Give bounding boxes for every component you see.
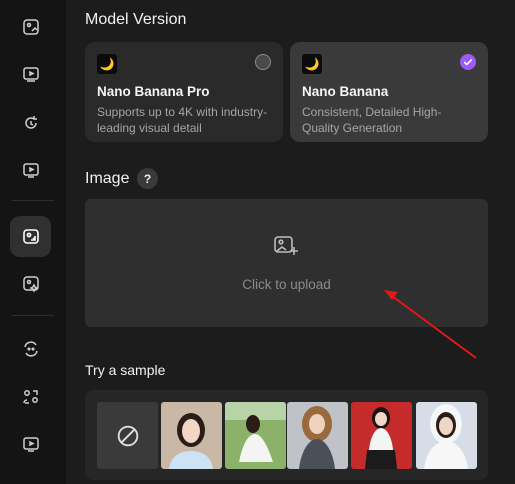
sidebar-divider	[12, 200, 54, 201]
image-upload-area[interactable]: Click to upload	[85, 199, 488, 327]
people-swap-icon	[22, 389, 38, 404]
upload-label: Click to upload	[242, 277, 331, 292]
sidebar-item-image-edit[interactable]	[10, 6, 51, 47]
check-selected-icon[interactable]	[460, 54, 476, 70]
model-description-line: Supports up to 4K with industry-	[97, 105, 268, 119]
model-name: Nano Banana Pro	[97, 84, 210, 99]
sample-thumbnail[interactable]	[287, 402, 348, 469]
sample-strip	[85, 390, 488, 480]
sample-thumbnail[interactable]	[161, 402, 222, 469]
model-name: Nano Banana	[302, 84, 389, 99]
sample-thumbnail[interactable]	[416, 402, 477, 469]
sidebar	[0, 0, 66, 484]
sidebar-item-face-swap[interactable]	[10, 328, 51, 369]
model-option-nano-banana-pro[interactable]: 🌙 Nano Banana Pro Supports up to 4K with…	[85, 42, 283, 142]
try-sample-title: Try a sample	[85, 362, 166, 378]
model-description-line: Quality Generation	[302, 121, 403, 135]
image-sparkle-icon	[22, 275, 39, 293]
sidebar-item-video[interactable]	[10, 53, 51, 94]
image-edit-icon	[22, 18, 39, 35]
video-clip-icon	[22, 436, 39, 452]
face-swap-icon	[23, 340, 38, 357]
sidebar-item-people-swap[interactable]	[10, 376, 51, 417]
sidebar-item-video-clip[interactable]	[10, 423, 51, 464]
sidebar-divider	[12, 315, 54, 316]
sample-thumbnail[interactable]	[351, 402, 412, 469]
model-description: Consistent, Detailed High- Quality Gener…	[302, 104, 476, 136]
sidebar-item-image-sparkle[interactable]	[10, 263, 51, 304]
model-description: Supports up to 4K with industry- leading…	[97, 104, 271, 136]
sidebar-item-image-generate[interactable]	[10, 216, 51, 257]
sample-portrait-image	[161, 402, 222, 469]
help-icon[interactable]: ?	[137, 168, 158, 189]
video-icon	[22, 66, 39, 82]
sample-portrait-image	[225, 402, 286, 469]
radio-unselected-icon[interactable]	[255, 54, 271, 70]
no-sample-icon	[117, 425, 138, 446]
model-version-title: Model Version	[85, 11, 187, 28]
model-description-line: Consistent, Detailed High-	[302, 105, 442, 119]
refresh-icon	[24, 115, 37, 129]
model-option-nano-banana[interactable]: 🌙 Nano Banana Consistent, Detailed High-…	[290, 42, 488, 142]
sidebar-item-refresh[interactable]	[10, 102, 51, 143]
video-play-icon	[22, 162, 39, 178]
sample-portrait-image	[287, 402, 348, 469]
image-generate-icon	[22, 228, 39, 244]
banana-logo-icon: 🌙	[97, 54, 117, 74]
sidebar-item-video-play[interactable]	[10, 149, 51, 190]
sample-thumbnail[interactable]	[225, 402, 286, 469]
image-section-title: Image	[85, 170, 130, 187]
model-description-line: leading visual detail	[97, 121, 202, 135]
banana-logo-icon: 🌙	[302, 54, 322, 74]
add-image-icon	[274, 236, 298, 255]
main-panel: Model Version 🌙 Nano Banana Pro Supports…	[66, 0, 515, 484]
sample-portrait-image	[416, 402, 477, 469]
sample-none-button[interactable]	[97, 402, 158, 469]
sample-portrait-image	[351, 402, 412, 469]
